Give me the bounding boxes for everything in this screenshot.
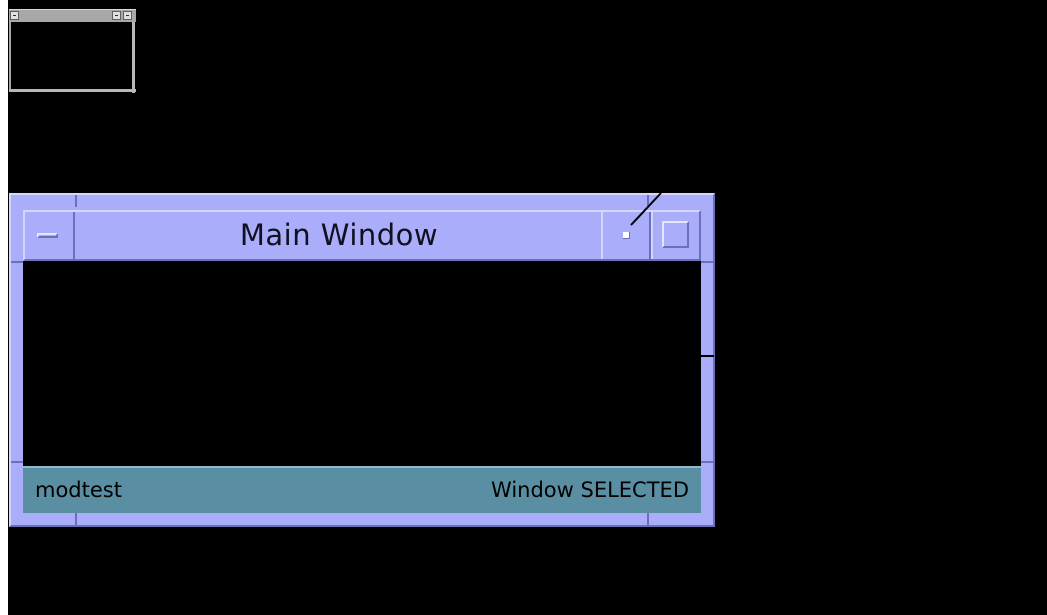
resize-handle-top-left[interactable] (75, 195, 77, 207)
window-menu-icon (13, 15, 16, 16)
iconified-window-minimize-button[interactable] (112, 11, 121, 20)
maximize-icon (662, 221, 689, 248)
minimize-button[interactable] (601, 212, 651, 259)
desktop-background: Main Window modtest Window SELECTED (0, 0, 1047, 615)
window-title: Main Window (239, 218, 439, 252)
screen-left-edge (0, 0, 8, 615)
minimize-icon (115, 15, 118, 16)
maximize-button[interactable] (651, 212, 699, 259)
maximize-icon (126, 15, 129, 16)
main-window[interactable]: Main Window modtest Window SELECTED (9, 193, 715, 527)
resize-handle-right-bottom[interactable] (701, 461, 713, 463)
resize-handle-left-bottom[interactable] (11, 461, 23, 463)
status-app-name: modtest (35, 478, 122, 502)
status-bar: modtest Window SELECTED (23, 466, 701, 513)
window-menu-icon (37, 233, 58, 238)
iconified-window-menu-button[interactable] (10, 11, 19, 20)
minimize-icon (623, 232, 630, 239)
resize-handle-bottom-right[interactable] (647, 513, 649, 525)
iconified-window[interactable] (9, 9, 136, 93)
resize-handle-right-top[interactable] (701, 261, 713, 263)
resize-handle-top-right[interactable] (647, 195, 649, 207)
iconified-window-border-left[interactable] (9, 22, 11, 91)
window-menu-button[interactable] (25, 212, 75, 259)
iconified-window-border-right[interactable] (132, 22, 135, 93)
frame-edge-mark (698, 355, 714, 357)
status-message: Window SELECTED (491, 478, 689, 502)
iconified-window-maximize-button[interactable] (123, 11, 132, 20)
resize-handle-bottom-left[interactable] (75, 513, 77, 525)
resize-handle-left-top[interactable] (11, 261, 23, 263)
window-client-area[interactable] (23, 261, 701, 466)
iconified-window-border-bottom[interactable] (9, 89, 136, 92)
iconified-window-titlebar[interactable] (9, 9, 136, 22)
main-window-titlebar[interactable]: Main Window (23, 210, 701, 261)
